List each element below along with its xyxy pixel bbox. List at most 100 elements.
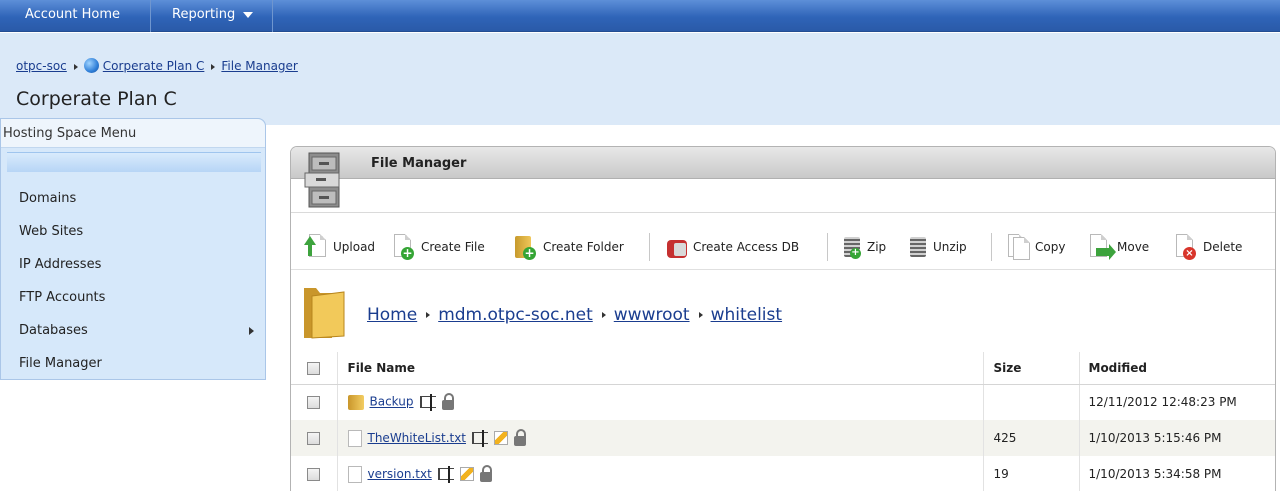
toolbar-separator [827,233,828,261]
modified-cell: 12/11/2012 12:48:23 PM [1088,395,1237,410]
create-folder-button[interactable]: + Create Folder [513,227,624,267]
sidebar-item-databases[interactable]: Databases [1,314,265,347]
upload-button[interactable]: Upload [303,227,375,267]
path-wwwroot[interactable]: wwwroot [614,305,690,325]
page-title: Corperate Plan C [16,88,177,110]
create-file-icon: + [391,232,417,262]
copy-button[interactable]: Copy [1005,227,1065,267]
file-link[interactable]: TheWhiteList.txt [368,431,467,445]
text-file-icon [347,465,362,483]
rename-icon[interactable] [437,466,454,483]
file-name-cell: TheWhiteList.txt [337,420,984,456]
row-select-cell [291,384,338,420]
delete-icon: × [1173,232,1199,262]
path-home[interactable]: Home [367,305,417,325]
toolbar: Upload + Create File + Create Folder Cre… [291,227,1275,267]
folder-path: Home mdm.otpc-soc.net wwwroot whitelist [367,305,782,325]
sidebar-item-web-sites[interactable]: Web Sites [1,215,265,248]
modified-cell: 1/10/2013 5:15:46 PM [1079,420,1275,456]
sidebar-list: Domains Web Sites IP Addresses FTP Accou… [1,182,265,380]
rename-icon[interactable] [419,394,436,412]
create-folder-label: Create Folder [543,240,624,254]
edit-icon[interactable] [494,431,509,445]
sidebar-item-file-manager[interactable]: File Manager [1,347,265,380]
folder-icon [347,394,364,410]
edit-icon[interactable] [459,467,474,481]
file-link[interactable]: Backup [370,395,414,409]
select-all-checkbox[interactable] [307,361,321,375]
sidebar-item-domains[interactable]: Domains [1,182,265,215]
rename-icon[interactable] [472,430,489,447]
zip-button[interactable]: + Zip [841,227,886,267]
unzip-icon [907,232,929,262]
sidebar-item-label: FTP Accounts [19,290,106,305]
sidebar-title: Hosting Space Menu [1,119,265,148]
breadcrumb-current[interactable]: File Manager [221,59,298,73]
zip-label: Zip [867,240,887,254]
breadcrumb-root[interactable]: otpc-soc [16,59,67,73]
row-checkbox[interactable] [307,396,321,410]
toolbar-separator [649,233,650,261]
lock-icon[interactable] [514,429,527,446]
delete-button[interactable]: × Delete [1173,227,1242,267]
row-select-cell [291,420,338,456]
breadcrumb-separator-icon [73,63,78,70]
chevron-down-icon [243,11,254,18]
path-bar: Home mdm.otpc-soc.net wwwroot whitelist [291,269,1275,345]
header-modified[interactable]: Modified [1079,352,1275,385]
path-separator-icon [426,312,431,318]
divider [291,212,1275,213]
globe-icon [83,57,99,73]
access-db-icon [663,232,689,262]
path-domain[interactable]: mdm.otpc-soc.net [438,305,593,325]
file-name-cell: Backup [337,384,984,420]
row-select-cell [291,456,338,491]
sidebar-highlight-bar [7,152,261,172]
toolbar-separator [991,233,992,261]
path-whitelist[interactable]: whitelist [711,305,783,325]
file-table: File Name Size Modified Backup 12/11/201… [291,352,1275,491]
create-access-db-label: Create Access DB [693,240,800,254]
create-file-label: Create File [421,240,485,254]
sidebar-item-ftp-accounts[interactable]: FTP Accounts [1,281,265,314]
row-checkbox[interactable] [307,432,321,445]
file-link[interactable]: version.txt [368,467,432,481]
upload-icon [303,232,329,262]
row-checkbox[interactable] [307,468,321,481]
nav-account-home-label: Account Home [25,7,121,22]
file-cabinet-icon [304,152,340,208]
zip-icon: + [841,232,863,262]
breadcrumb-plan[interactable]: Corperate Plan C [103,59,205,73]
header-band [0,33,1280,125]
file-name-cell: version.txt [337,456,984,491]
header-file-name[interactable]: File Name [337,352,984,385]
text-file-icon [347,429,362,447]
chevron-right-icon [249,327,254,335]
lock-icon[interactable] [441,393,454,411]
move-button[interactable]: Move [1087,227,1149,267]
unzip-button[interactable]: Unzip [907,227,967,267]
breadcrumb: otpc-soc Corperate Plan C File Manager [16,57,298,73]
header-size[interactable]: Size [983,352,1080,385]
path-separator-icon [601,312,606,318]
lock-icon[interactable] [479,465,492,482]
sidebar-item-ip-addresses[interactable]: IP Addresses [1,248,265,281]
create-access-db-button[interactable]: Create Access DB [663,227,799,267]
sidebar-item-label: IP Addresses [19,257,102,272]
size-cell: 19 [983,456,1080,491]
copy-label: Copy [1035,240,1066,254]
create-file-button[interactable]: + Create File [391,227,485,267]
sidebar-item-label: Databases [19,323,88,338]
table-row: version.txt 19 1/10/2013 5:34:58 PM [291,456,1275,491]
top-nav: Account Home Reporting [0,0,1280,32]
folder-icon [304,288,345,339]
path-separator-icon [698,312,703,318]
sidebar-item-label: Domains [19,191,77,206]
upload-label: Upload [333,240,376,254]
copy-icon [1005,232,1031,262]
nav-reporting[interactable]: Reporting [151,0,273,32]
sidebar-item-label: Web Sites [19,224,84,239]
file-manager-panel: File Manager Upload + Create File + Crea… [290,146,1276,491]
breadcrumb-separator-icon [211,63,216,70]
nav-account-home[interactable]: Account Home [8,0,151,32]
